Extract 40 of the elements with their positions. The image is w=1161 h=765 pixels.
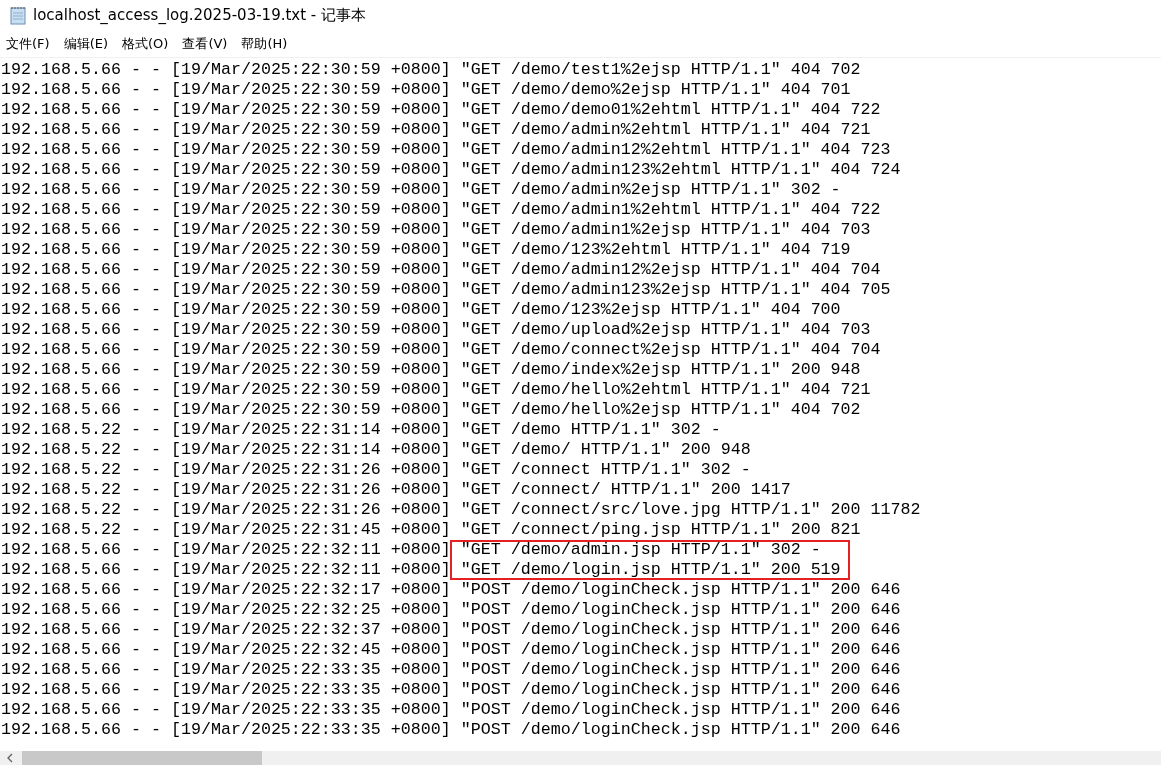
- log-line: 192.168.5.66 - - [19/Mar/2025:22:30:59 +0800] "GET /demo/123%2ejsp HTTP/1.1" 404 700: [0, 300, 842, 320]
- menu-item[interactable]: 文件(F): [5, 32, 51, 55]
- menu-item[interactable]: 格式(O): [121, 32, 170, 55]
- log-line: 192.168.5.66 - - [19/Mar/2025:22:30:59 +0800] "GET /demo/hello%2ehtml HTTP/1.1" 404 721: [0, 380, 872, 400]
- log-line: 192.168.5.22 - - [19/Mar/2025:22:31:26 +0800] "GET /connect HTTP/1.1" 302 -: [0, 460, 752, 480]
- log-line: 192.168.5.66 - - [19/Mar/2025:22:30:59 +0800] "GET /demo/admin12%2ehtml HTTP/1.1" 404 723: [0, 140, 892, 160]
- menu-item[interactable]: 编辑(E): [62, 32, 109, 55]
- window-title: localhost_access_log.2025-03-19.txt - 记事本: [33, 5, 367, 25]
- log-line: 192.168.5.22 - - [19/Mar/2025:22:31:14 +0800] "GET /demo/ HTTP/1.1" 200 948: [0, 440, 752, 460]
- menu-item[interactable]: 查看(V): [181, 32, 229, 55]
- log-line: 192.168.5.66 - - [19/Mar/2025:22:30:59 +0800] "GET /demo/admin%2ehtml HTTP/1.1" 404 721: [0, 120, 872, 140]
- log-line: 192.168.5.66 - - [19/Mar/2025:22:32:25 +0800] "POST /demo/loginCheck.jsp HTTP/1.1" 200 646: [0, 600, 902, 620]
- log-line: 192.168.5.66 - - [19/Mar/2025:22:32:45 +0800] "POST /demo/loginCheck.jsp HTTP/1.1" 200 646: [0, 640, 902, 660]
- log-line: 192.168.5.66 - - [19/Mar/2025:22:30:59 +0800] "GET /demo/admin123%2ehtml HTTP/1.1" 404 724: [0, 160, 902, 180]
- log-line: 192.168.5.66 - - [19/Mar/2025:22:30:59 +0800] "GET /demo/index%2ejsp HTTP/1.1" 200 948: [0, 360, 862, 380]
- log-line: 192.168.5.22 - - [19/Mar/2025:22:31:26 +0800] "GET /connect/src/love.jpg HTTP/1.1" 200 11782: [0, 500, 922, 520]
- log-line: 192.168.5.22 - - [19/Mar/2025:22:31:45 +0800] "GET /connect/ping.jsp HTTP/1.1" 200 821: [0, 520, 862, 540]
- log-line: 192.168.5.66 - - [19/Mar/2025:22:30:59 +0800] "GET /demo/demo01%2ehtml HTTP/1.1" 404 722: [0, 100, 882, 120]
- log-line: 192.168.5.66 - - [19/Mar/2025:22:30:59 +0800] "GET /demo/test1%2ejsp HTTP/1.1" 404 702: [0, 60, 862, 80]
- log-line: 192.168.5.22 - - [19/Mar/2025:22:31:26 +0800] "GET /connect/ HTTP/1.1" 200 1417: [0, 480, 792, 500]
- log-line: 192.168.5.66 - - [19/Mar/2025:22:32:11 +0800] "GET /demo/login.jsp HTTP/1.1" 200 519: [0, 560, 842, 580]
- log-line: 192.168.5.66 - - [19/Mar/2025:22:30:59 +0800] "GET /demo/hello%2ejsp HTTP/1.1" 404 702: [0, 400, 862, 420]
- log-line: 192.168.5.66 - - [19/Mar/2025:22:30:59 +0800] "GET /demo/admin1%2ehtml HTTP/1.1" 404 722: [0, 200, 882, 220]
- log-line: 192.168.5.66 - - [19/Mar/2025:22:30:59 +0800] "GET /demo/admin1%2ejsp HTTP/1.1" 404 703: [0, 220, 872, 240]
- log-line: 192.168.5.66 - - [19/Mar/2025:22:30:59 +0800] "GET /demo/demo%2ejsp HTTP/1.1" 404 701: [0, 80, 852, 100]
- log-line: 192.168.5.66 - - [19/Mar/2025:22:33:35 +0800] "POST /demo/loginCheck.jsp HTTP/1.1" 200 646: [0, 700, 902, 720]
- log-line: 192.168.5.66 - - [19/Mar/2025:22:33:35 +0800] "POST /demo/loginCheck.jsp HTTP/1.1" 200 646: [0, 660, 902, 680]
- menu-item[interactable]: 帮助(H): [240, 32, 289, 55]
- log-line: 192.168.5.66 - - [19/Mar/2025:22:30:59 +0800] "GET /demo/upload%2ejsp HTTP/1.1" 404 703: [0, 320, 872, 340]
- log-line: 192.168.5.22 - - [19/Mar/2025:22:31:14 +0800] "GET /demo HTTP/1.1" 302 -: [0, 420, 722, 440]
- log-line: 192.168.5.66 - - [19/Mar/2025:22:30:59 +0800] "GET /demo/admin123%2ejsp HTTP/1.1" 404 705: [0, 280, 892, 300]
- log-line: 192.168.5.66 - - [19/Mar/2025:22:32:37 +0800] "POST /demo/loginCheck.jsp HTTP/1.1" 200 646: [0, 620, 902, 640]
- log-line: 192.168.5.66 - - [19/Mar/2025:22:32:11 +0800] "GET /demo/admin.jsp HTTP/1.1" 302 -: [0, 540, 822, 560]
- log-line: 192.168.5.66 - - [19/Mar/2025:22:32:17 +0800] "POST /demo/loginCheck.jsp HTTP/1.1" 200 646: [0, 580, 902, 600]
- log-line: 192.168.5.66 - - [19/Mar/2025:22:30:59 +0800] "GET /demo/connect%2ejsp HTTP/1.1" 404 704: [0, 340, 882, 360]
- log-line: 192.168.5.66 - - [19/Mar/2025:22:30:59 +0800] "GET /demo/admin%2ejsp HTTP/1.1" 302 -: [0, 180, 842, 200]
- log-line: 192.168.5.66 - - [19/Mar/2025:22:30:59 +0800] "GET /demo/admin12%2ejsp HTTP/1.1" 404 704: [0, 260, 882, 280]
- log-line: 192.168.5.66 - - [19/Mar/2025:22:33:35 +0800] "POST /demo/loginCheck.jsp HTTP/1.1" 200 646: [0, 680, 902, 700]
- log-line: 192.168.5.66 - - [19/Mar/2025:22:33:35 +0800] "POST /demo/loginCheck.jsp HTTP/1.1" 200 646: [0, 720, 902, 740]
- log-line: 192.168.5.66 - - [19/Mar/2025:22:30:59 +0800] "GET /demo/123%2ehtml HTTP/1.1" 404 719: [0, 240, 852, 260]
